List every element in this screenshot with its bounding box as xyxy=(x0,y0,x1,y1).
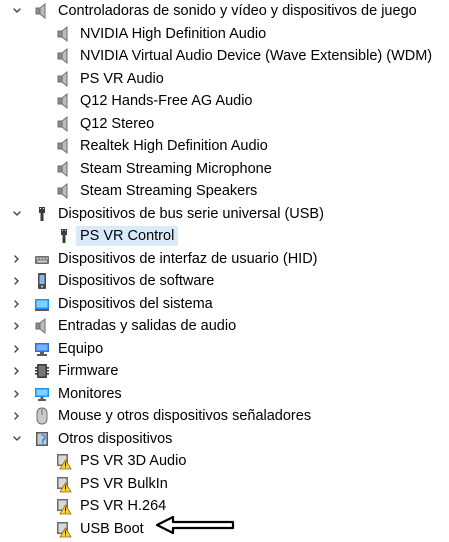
tree-device-row[interactable]: Realtek High Definition Audio xyxy=(0,135,449,158)
chevron-right-icon[interactable] xyxy=(10,297,24,311)
tree-category-label: Dispositivos de software xyxy=(58,273,215,290)
other-devices-icon xyxy=(34,430,50,448)
chevron-right-icon[interactable] xyxy=(10,252,24,266)
keyboard-icon xyxy=(34,250,50,268)
chevron-down-icon[interactable] xyxy=(10,432,24,446)
tree-category-label: Monitores xyxy=(58,385,122,402)
tree-device-row[interactable]: PS VR 3D Audio xyxy=(0,450,449,473)
tree-category-row[interactable]: Mouse y otros dispositivos señaladores xyxy=(0,405,449,428)
tree-device-label: Steam Streaming Microphone xyxy=(80,160,272,177)
tree-category-row[interactable]: Dispositivos de software xyxy=(0,270,449,293)
tree-category-label: Firmware xyxy=(58,363,119,380)
monitor-icon xyxy=(34,385,50,403)
tree-device-row[interactable]: PS VR BulkIn xyxy=(0,473,449,496)
tree-category-row[interactable]: Firmware xyxy=(0,360,449,383)
tree-device-label: Q12 Stereo xyxy=(80,115,155,132)
tree-device-row[interactable]: NVIDIA Virtual Audio Device (Wave Extens… xyxy=(0,45,449,68)
tree-device-row[interactable]: Q12 Hands-Free AG Audio xyxy=(0,90,449,113)
usb-icon xyxy=(34,205,50,223)
chevron-down-icon[interactable] xyxy=(10,207,24,221)
tree-category-label: Entradas y salidas de audio xyxy=(58,318,237,335)
tree-category-row[interactable]: Entradas y salidas de audio xyxy=(0,315,449,338)
chevron-right-icon[interactable] xyxy=(10,364,24,378)
device-tree: Controladoras de sonido y vídeo y dispos… xyxy=(0,0,449,540)
tree-device-label: PS VR Audio xyxy=(80,70,164,87)
tree-device-row[interactable]: PS VR Audio xyxy=(0,68,449,91)
speaker-icon xyxy=(56,160,72,178)
tree-device-label: USB Boot xyxy=(80,520,144,537)
speaker-icon xyxy=(56,47,72,65)
tree-category-row[interactable]: Dispositivos de bus serie universal (USB… xyxy=(0,203,449,226)
tree-device-row[interactable]: Q12 Stereo xyxy=(0,113,449,136)
tree-device-row[interactable]: Steam Streaming Speakers xyxy=(0,180,449,203)
warning-device-icon xyxy=(56,475,72,493)
usb-icon xyxy=(56,227,72,245)
tree-category-row[interactable]: Equipo xyxy=(0,338,449,361)
warning-device-icon xyxy=(56,452,72,470)
tree-category-label: Controladoras de sonido y vídeo y dispos… xyxy=(58,3,417,20)
computer-icon xyxy=(34,340,50,358)
tree-category-row[interactable]: Dispositivos del sistema xyxy=(0,293,449,316)
tree-category-label: Equipo xyxy=(58,340,104,357)
speaker-icon xyxy=(56,25,72,43)
tree-device-row[interactable]: NVIDIA High Definition Audio xyxy=(0,23,449,46)
tree-category-label: Dispositivos de interfaz de usuario (HID… xyxy=(58,250,318,267)
tree-device-label: PS VR Control xyxy=(76,226,179,247)
firmware-icon xyxy=(34,362,50,380)
tree-device-label: PS VR H.264 xyxy=(80,498,167,515)
chevron-right-icon[interactable] xyxy=(10,387,24,401)
tree-category-label: Dispositivos del sistema xyxy=(58,295,213,312)
speaker-icon xyxy=(34,2,50,20)
speaker-icon xyxy=(56,70,72,88)
speaker-icon xyxy=(56,92,72,110)
tree-category-label: Mouse y otros dispositivos señaladores xyxy=(58,408,312,425)
speaker-icon xyxy=(56,115,72,133)
tree-category-row[interactable]: Controladoras de sonido y vídeo y dispos… xyxy=(0,0,449,23)
tree-category-row[interactable]: Monitores xyxy=(0,383,449,406)
tree-device-label: PS VR 3D Audio xyxy=(80,453,187,470)
tree-device-label: Steam Streaming Speakers xyxy=(80,183,258,200)
chevron-down-icon[interactable] xyxy=(10,4,24,18)
tree-device-label: NVIDIA Virtual Audio Device (Wave Extens… xyxy=(80,48,433,65)
tree-category-label: Dispositivos de bus serie universal (USB… xyxy=(58,205,324,222)
tree-device-label: NVIDIA High Definition Audio xyxy=(80,25,267,42)
chevron-right-icon[interactable] xyxy=(10,319,24,333)
tree-device-row[interactable]: PS VR Control xyxy=(0,225,449,248)
chevron-right-icon[interactable] xyxy=(10,274,24,288)
tree-device-label: Realtek High Definition Audio xyxy=(80,138,268,155)
tree-device-label: PS VR BulkIn xyxy=(80,475,168,492)
tree-device-label: Q12 Hands-Free AG Audio xyxy=(80,93,253,110)
mouse-icon xyxy=(34,407,50,425)
annotation-arrow-icon xyxy=(155,515,235,535)
software-device-icon xyxy=(34,272,50,290)
tree-category-row[interactable]: Dispositivos de interfaz de usuario (HID… xyxy=(0,248,449,271)
warning-device-icon xyxy=(56,497,72,515)
system-devices-icon xyxy=(34,295,50,313)
warning-device-icon xyxy=(56,520,72,538)
tree-category-row[interactable]: Otros dispositivos xyxy=(0,428,449,451)
chevron-right-icon[interactable] xyxy=(10,409,24,423)
speaker-icon xyxy=(34,317,50,335)
tree-device-row[interactable]: Steam Streaming Microphone xyxy=(0,158,449,181)
speaker-icon xyxy=(56,182,72,200)
chevron-right-icon[interactable] xyxy=(10,342,24,356)
tree-category-label: Otros dispositivos xyxy=(58,430,173,447)
speaker-icon xyxy=(56,137,72,155)
